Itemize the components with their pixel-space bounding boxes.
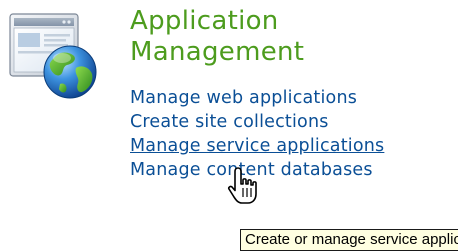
- section-links: Manage web applications Create site coll…: [130, 86, 410, 182]
- application-management-section: Application Management Manage web applic…: [0, 0, 458, 252]
- section-title-line-2: Management: [130, 37, 305, 67]
- manage-service-applications-link[interactable]: Manage service applications: [130, 134, 410, 158]
- manage-content-databases-link[interactable]: Manage content databases: [130, 158, 410, 182]
- section-title-line-1: Application: [130, 6, 279, 36]
- create-site-collections-link[interactable]: Create site collections: [130, 110, 410, 134]
- list-item: Manage content databases: [130, 158, 410, 182]
- list-item: Create site collections: [130, 110, 410, 134]
- link-tooltip: Create or manage service applications.: [240, 229, 458, 251]
- section-title: Application Management: [130, 6, 304, 68]
- list-item: Manage web applications: [130, 86, 410, 110]
- manage-web-applications-link[interactable]: Manage web applications: [130, 86, 410, 110]
- server-globe-icon[interactable]: [4, 6, 104, 106]
- list-item: Manage service applications: [130, 134, 410, 158]
- hand-pointer-icon: [226, 166, 266, 210]
